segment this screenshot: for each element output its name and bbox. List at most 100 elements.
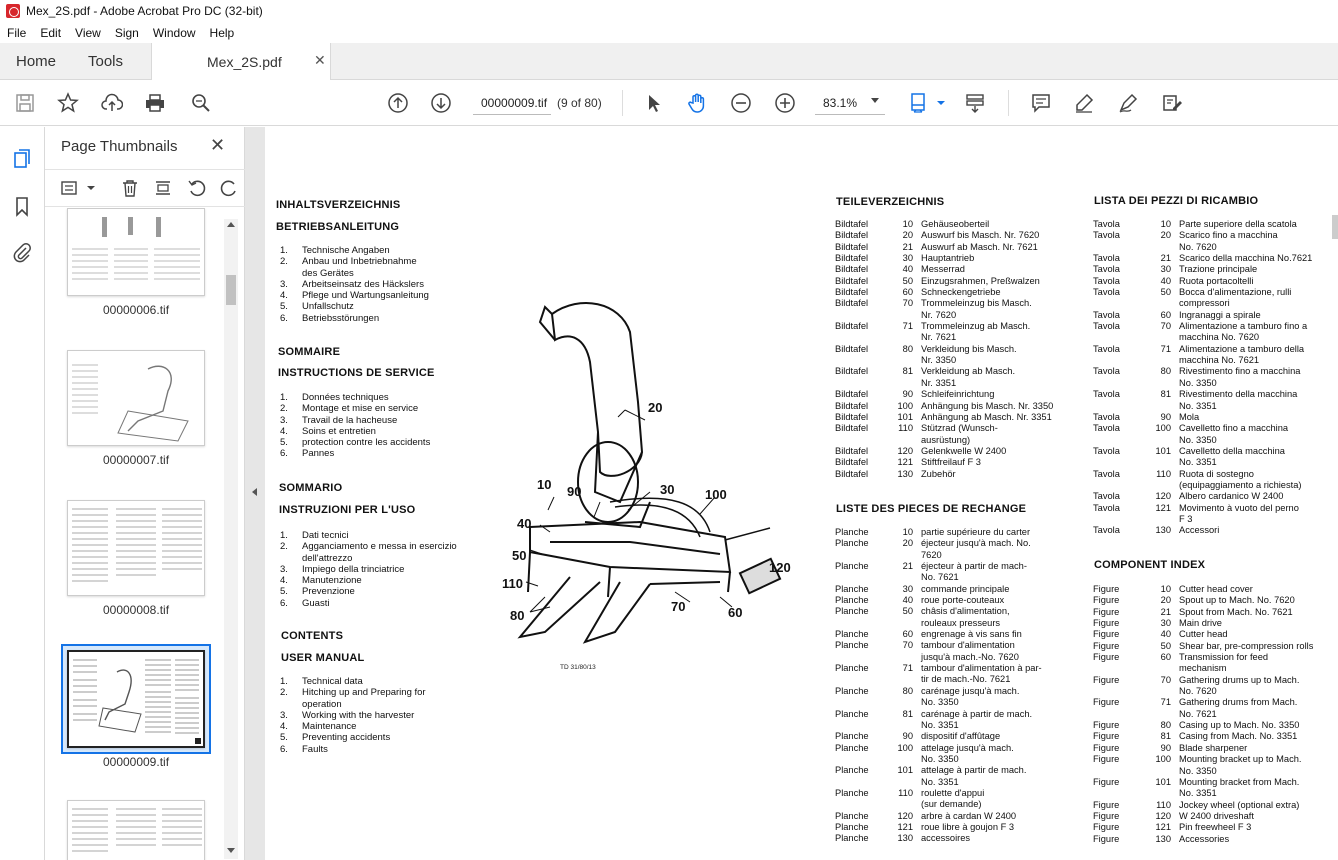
parts-number: 70: [902, 298, 913, 309]
parts-number: 60: [902, 629, 913, 640]
tab-home[interactable]: Home: [16, 53, 56, 70]
scroll-down-arrow-icon[interactable]: [227, 848, 235, 853]
rotate-clockwise-icon[interactable]: [219, 178, 241, 200]
parts-plate-label: [835, 378, 893, 389]
select-cursor-icon[interactable]: [642, 91, 666, 115]
edit-pdf-icon[interactable]: [1160, 91, 1184, 115]
parts-number: 121: [1155, 502, 1171, 513]
parts-description: jusqu'à mach.-No. 7620: [921, 651, 1019, 662]
page-thumbnail[interactable]: [67, 208, 205, 296]
bookmarks-icon[interactable]: [11, 195, 35, 219]
parts-description: Ingranaggi a spirale: [1179, 309, 1261, 320]
menu-window[interactable]: Window: [146, 26, 203, 40]
thumbnail-list[interactable]: 00000006.tif 00000007.tif 00000008.tif 0…: [45, 208, 245, 860]
parts-heading-fr: LISTE DES PIECES DE RECHANGE: [836, 503, 1027, 515]
fit-page-icon[interactable]: [907, 91, 931, 115]
parts-row: Tavola 60 Ingranaggi a spirale: [1093, 310, 1333, 321]
toc-entry-text: Montage et mise en service: [302, 403, 419, 415]
fit-dropdown-chevron-icon[interactable]: [929, 91, 953, 115]
parts-plate-label: [1093, 686, 1151, 697]
parts-number: 80: [1160, 720, 1171, 731]
toolbar: 00000009.tif (9 of 80) 83.1%: [0, 80, 1338, 126]
parts-row: Bildtafel 20 Auswurf bis Masch. Nr. 7620: [835, 230, 1065, 241]
page-number-input[interactable]: 00000009.tif: [473, 91, 551, 115]
scroll-up-arrow-icon[interactable]: [227, 222, 235, 227]
parts-number: [1151, 298, 1171, 309]
delete-trash-icon[interactable]: [120, 178, 142, 200]
parts-row: No. 3351: [1093, 457, 1333, 468]
next-page-icon[interactable]: [429, 91, 453, 115]
toc-entry: 2. Hitching up and Preparing for: [280, 687, 426, 698]
menu-file[interactable]: File: [0, 26, 33, 40]
rotate-counterclockwise-icon[interactable]: [187, 178, 209, 200]
window-title: Mex_2S.pdf - Adobe Acrobat Pro DC (32-bi…: [26, 4, 263, 18]
toc-entry-text: protection contre les accidents: [302, 437, 431, 449]
page-thumbnail[interactable]: [67, 500, 205, 596]
zoom-out-icon[interactable]: [729, 91, 753, 115]
parts-plate-label: Planche: [835, 810, 869, 821]
zoom-level-select[interactable]: 83.1%: [815, 91, 885, 115]
collapse-panel-arrow-icon[interactable]: [252, 488, 257, 496]
menu-sign[interactable]: Sign: [108, 26, 146, 40]
document-view[interactable]: INHALTSVERZEICHNIS BETRIEBSANLEITUNG 1. T…: [265, 127, 1338, 860]
comment-icon[interactable]: [1029, 91, 1053, 115]
page-thumbnails-icon[interactable]: [11, 148, 35, 172]
hand-tool-icon[interactable]: [685, 91, 709, 115]
page-thumbnail[interactable]: [67, 350, 205, 446]
previous-page-icon[interactable]: [386, 91, 410, 115]
toc-entry: 4. Manutenzione: [280, 575, 457, 586]
scroll-mode-icon[interactable]: [963, 91, 987, 115]
bookmark-star-icon[interactable]: [56, 91, 80, 115]
parts-row: Planche 81 carénage à partir de mach.: [835, 709, 1065, 720]
save-icon[interactable]: [13, 91, 37, 115]
options-chevron-down-icon[interactable]: [82, 178, 104, 200]
zoom-dropdown-chevron-icon[interactable]: [871, 98, 879, 103]
toc-entry-number: 4.: [280, 721, 288, 733]
menu-edit[interactable]: Edit: [33, 26, 68, 40]
parts-description: Alimentazione a tamburo della: [1179, 343, 1305, 354]
document-scroll-indicator[interactable]: [1332, 215, 1338, 239]
thumbnail-options-icon[interactable]: [60, 178, 82, 200]
print-icon[interactable]: [143, 91, 167, 115]
toc-subheading-fr: INSTRUCTIONS DE SERVICE: [278, 367, 435, 379]
close-tab-icon[interactable]: ✕: [314, 52, 326, 69]
parts-description: Blade sharpener: [1179, 742, 1248, 753]
attachments-paperclip-icon[interactable]: [11, 241, 35, 265]
toc-entry-text: Preventing accidents: [302, 732, 391, 744]
parts-number: 21: [1160, 253, 1171, 264]
close-panel-icon[interactable]: ✕: [210, 135, 225, 156]
sign-pen-icon[interactable]: [1116, 91, 1140, 115]
zoom-in-icon[interactable]: [773, 91, 797, 115]
parts-number: 101: [897, 765, 913, 776]
parts-plate-label: Tavola: [1093, 253, 1120, 264]
insert-page-icon[interactable]: [153, 178, 175, 200]
menu-help[interactable]: Help: [203, 26, 242, 40]
tab-document[interactable]: Mex_2S.pdf ✕: [151, 43, 331, 81]
thumbnail-scrollbar[interactable]: [224, 219, 238, 859]
tab-tools[interactable]: Tools: [88, 53, 123, 70]
parts-number: 110: [1156, 799, 1171, 810]
scrollbar-thumb[interactable]: [226, 275, 236, 305]
parts-description: Mounting bracket from Mach.: [1179, 776, 1300, 787]
toc-entry-number: 6.: [280, 597, 288, 609]
toc-entry: 3. Working with the harvester: [280, 710, 426, 721]
zoom-search-icon[interactable]: [189, 91, 213, 115]
highlight-pen-icon[interactable]: [1072, 91, 1096, 115]
toc-entry-number: 1.: [280, 676, 288, 687]
parts-plate-label: Bildtafel: [835, 468, 869, 479]
toc-entry: operation: [280, 699, 426, 710]
parts-description: No. 3350: [1179, 434, 1217, 445]
upload-cloud-icon[interactable]: [100, 91, 124, 115]
parts-row: Planche 10 partie supérieure du carter: [835, 527, 1065, 538]
toolbar-divider-2: [1008, 90, 1009, 116]
parts-number: 70: [1160, 674, 1171, 685]
menu-view[interactable]: View: [68, 26, 108, 40]
page-thumbnail[interactable]: [67, 800, 205, 860]
parts-row: Tavola 40 Ruota portacoltelli: [1093, 276, 1333, 287]
parts-number: [893, 572, 913, 583]
panel-splitter[interactable]: [245, 127, 265, 860]
parts-number: [893, 355, 913, 366]
page-thumbnail-current[interactable]: [67, 650, 205, 748]
parts-plate-label: Planche: [835, 787, 869, 798]
thumbnail-label: 00000007.tif: [102, 453, 170, 467]
